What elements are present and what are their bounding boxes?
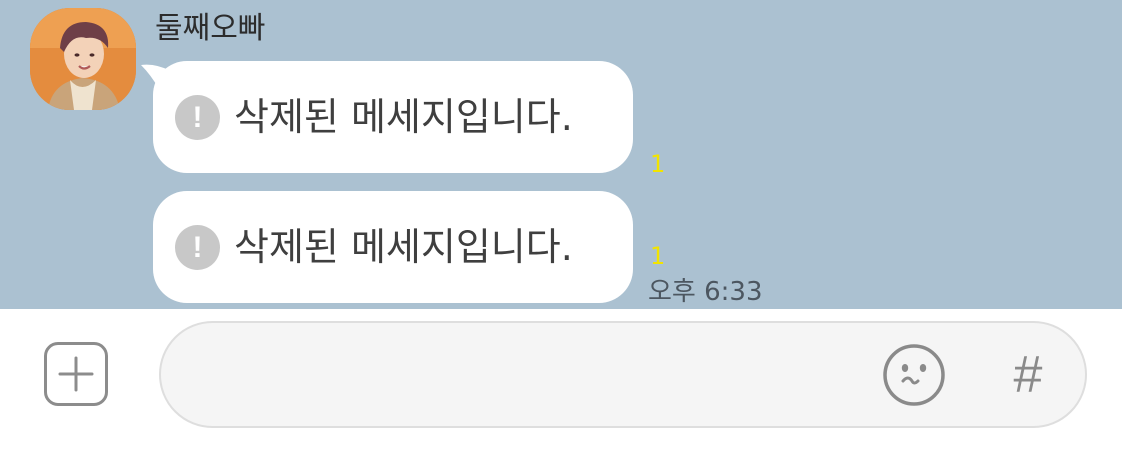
attach-button[interactable] <box>44 342 108 406</box>
plus-square-icon <box>58 356 94 392</box>
chat-screen: 둘째오빠 ! 삭제된 메세지입니다. 1 ! 삭제된 메세지입니다. 1 오후 … <box>0 0 1122 453</box>
message-input[interactable] <box>159 321 1087 428</box>
message-text: 삭제된 메세지입니다. <box>234 95 573 139</box>
hashtag-button[interactable]: # <box>1003 344 1053 406</box>
unread-count: 1 <box>650 242 666 270</box>
unread-count: 1 <box>650 150 666 178</box>
message-timestamp: 오후 6:33 <box>648 277 763 307</box>
message-bubble[interactable]: ! 삭제된 메세지입니다. <box>153 191 633 303</box>
message-list[interactable]: 둘째오빠 ! 삭제된 메세지입니다. 1 ! 삭제된 메세지입니다. 1 오후 … <box>0 0 1122 309</box>
emoji-button[interactable] <box>882 343 946 407</box>
smiley-face-icon <box>883 344 945 406</box>
exclamation-circle-icon: ! <box>175 94 220 140</box>
sender-name: 둘째오빠 <box>155 11 266 46</box>
message-text: 삭제된 메세지입니다. <box>234 225 573 269</box>
message-bubble[interactable]: ! 삭제된 메세지입니다. <box>153 61 633 173</box>
exclamation-circle-icon: ! <box>175 224 220 270</box>
profile-photo-icon <box>30 8 136 110</box>
sender-avatar[interactable] <box>30 8 136 110</box>
